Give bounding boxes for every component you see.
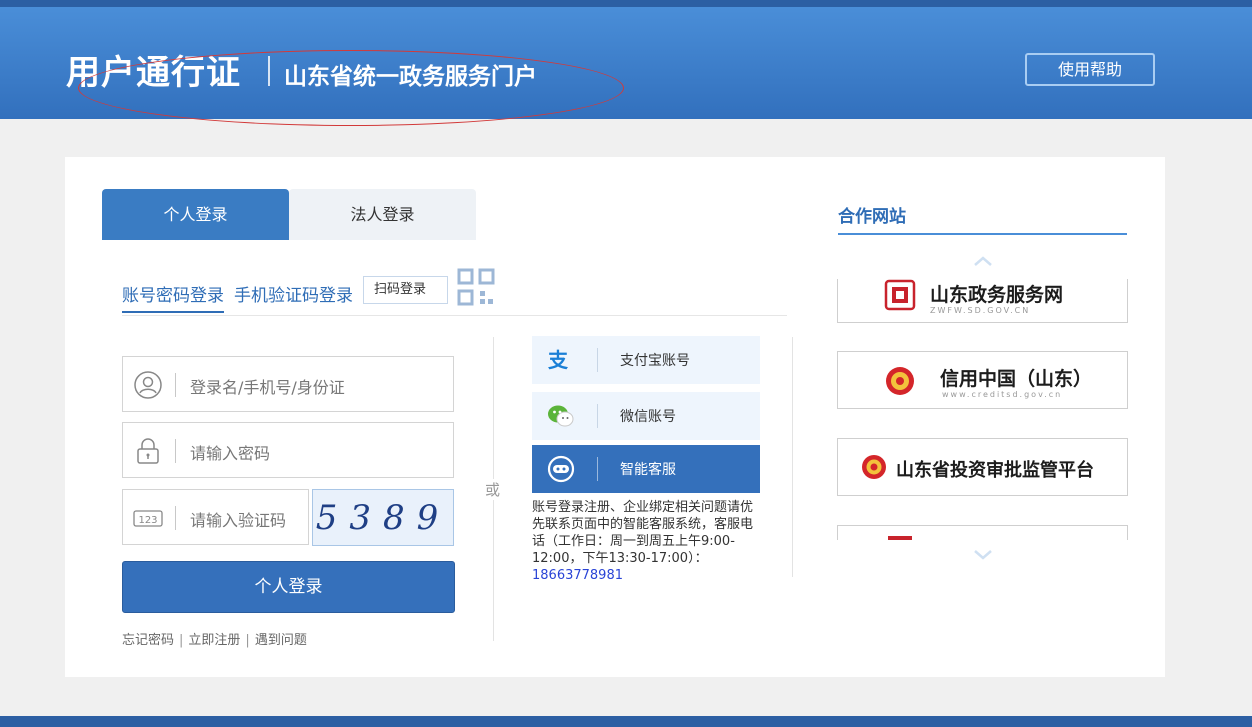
username-field[interactable]: 登录名/手机号/身份证 <box>122 356 454 412</box>
partners-title: 合作网站 <box>838 207 906 227</box>
alipay-login-label: 支付宝账号 <box>620 353 690 369</box>
chatbot-icon <box>547 455 575 483</box>
alipay-icon: 支 <box>548 348 569 372</box>
partners-underline <box>838 233 1127 235</box>
help-button[interactable]: 使用帮助 <box>1025 53 1155 86</box>
help-links: 忘记密码 | 立即注册 | 遇到问题 <box>122 633 307 648</box>
annotation-ellipse <box>78 50 624 126</box>
alipay-login-button[interactable]: 支 支付宝账号 <box>532 336 760 384</box>
wechat-icon <box>548 405 574 427</box>
user-icon <box>134 371 162 399</box>
username-placeholder: 登录名/手机号/身份证 <box>190 378 345 397</box>
smart-support-label: 智能客服 <box>620 462 676 478</box>
partner-list: 山东政务服务网 ZWFW.SD.GOV.CN 信用中国（山东） www.cred… <box>837 279 1129 540</box>
scan-login-button[interactable]: 扫码登录 <box>363 276 448 304</box>
captcha-field[interactable]: 123 请输入验证码 <box>122 489 309 545</box>
field-divider <box>175 439 176 463</box>
national-emblem-icon <box>886 367 914 395</box>
register-link[interactable]: 立即注册 <box>188 633 240 648</box>
wechat-login-button[interactable]: 微信账号 <box>532 392 760 440</box>
svg-text:支: 支 <box>548 348 569 372</box>
partner-name: 信用中国（山东） <box>940 368 1093 390</box>
password-field[interactable]: 请输入密码 <box>122 422 454 478</box>
password-placeholder: 请输入密码 <box>190 444 271 463</box>
header-banner: 用户通行证 山东省统一政务服务门户 使用帮助 <box>0 0 1252 126</box>
qr-code-icon[interactable] <box>457 268 495 306</box>
partner-item[interactable] <box>837 525 1128 540</box>
support-note-text: 账号登录注册、企业绑定相关问题请优先联系页面中的智能客服系统，客服电话（工作日：… <box>532 500 754 566</box>
forgot-password-link[interactable]: 忘记密码 <box>122 633 174 648</box>
partner-url: www.creditsd.gov.cn <box>942 390 1063 399</box>
captcha-123-icon: 123 <box>133 510 163 527</box>
partner-item[interactable]: 山东政务服务网 ZWFW.SD.GOV.CN <box>837 279 1128 323</box>
national-emblem-icon <box>862 455 886 479</box>
captcha-placeholder: 请输入验证码 <box>190 511 287 530</box>
shandong-gov-service-logo-icon <box>884 279 916 311</box>
partner-name: 山东政务服务网 <box>930 284 1064 306</box>
chevron-down-icon[interactable] <box>973 549 993 561</box>
chevron-up-icon[interactable] <box>973 255 993 267</box>
svg-text:123: 123 <box>138 515 157 526</box>
subtab-account-password[interactable]: 账号密码登录 <box>122 281 224 306</box>
problems-link[interactable]: 遇到问题 <box>255 633 307 648</box>
field-divider <box>175 373 176 397</box>
personal-login-button[interactable]: 个人登录 <box>122 561 455 613</box>
lock-icon <box>137 438 159 464</box>
active-subtab-indicator <box>122 311 224 313</box>
or-divider-text: 或 <box>485 479 501 500</box>
partner-item[interactable]: 山东省投资审批监管平台 <box>837 438 1128 496</box>
support-phone: 18663778981 <box>532 568 623 583</box>
partner-url: ZWFW.SD.GOV.CN <box>930 306 1031 315</box>
subtab-divider <box>122 315 787 316</box>
partner-item[interactable]: 信用中国（山东） www.creditsd.gov.cn <box>837 351 1128 409</box>
tab-legal-entity-login[interactable]: 法人登录 <box>289 189 476 240</box>
section-divider <box>792 337 793 577</box>
partner-name: 山东省投资审批监管平台 <box>896 460 1094 481</box>
captcha-image[interactable]: 5389 <box>312 489 454 546</box>
login-card: 个人登录 法人登录 账号密码登录 手机验证码登录 扫码登录 登录名/手机号/身份… <box>65 157 1165 677</box>
smart-support-button[interactable]: 智能客服 <box>532 445 760 493</box>
tab-personal-login[interactable]: 个人登录 <box>102 189 289 240</box>
footer-bar <box>0 716 1252 727</box>
support-note: 账号登录注册、企业绑定相关问题请优先联系页面中的智能客服系统，客服电话（工作日：… <box>532 499 760 584</box>
subtab-sms-code[interactable]: 手机验证码登录 <box>234 281 353 306</box>
wechat-login-label: 微信账号 <box>620 409 676 425</box>
field-divider <box>175 506 176 530</box>
partner-logo-icon <box>888 536 912 540</box>
